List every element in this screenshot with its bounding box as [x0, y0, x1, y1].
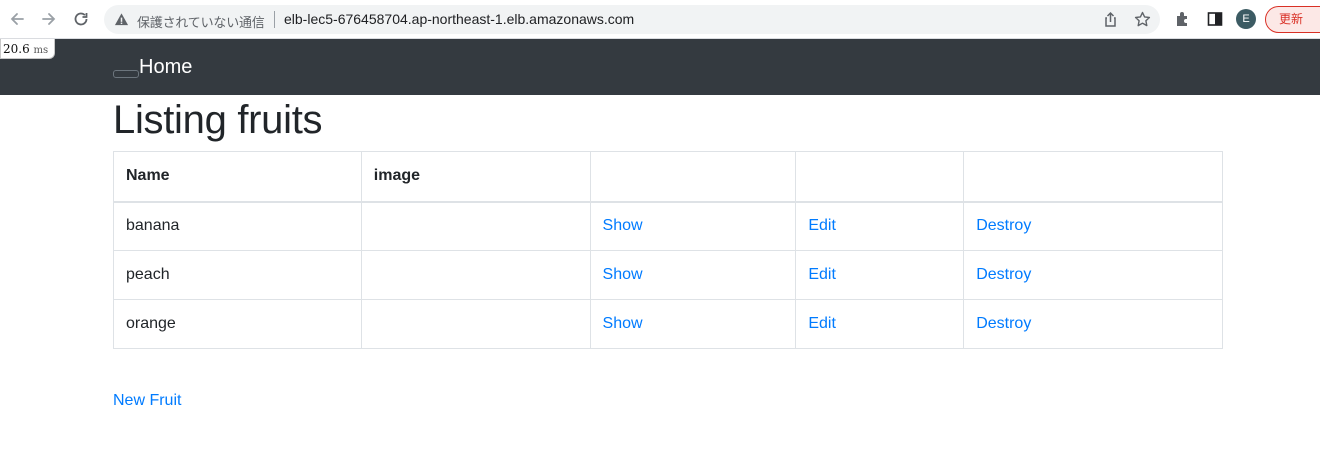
timing-badge: 20.6 ms [0, 39, 56, 59]
edit-link[interactable]: Edit [808, 217, 836, 234]
browser-toolbar: 保護されていない通信 elb-lec5-676458704.ap-northea… [0, 0, 1320, 39]
security-label[interactable]: 保護されていない通信 [137, 12, 265, 31]
edit-cell: Edit [795, 201, 965, 251]
destroy-cell: Destroy [963, 250, 1223, 300]
forward-arrow-icon[interactable] [40, 10, 58, 28]
column-header-destroy [963, 151, 1223, 203]
show-link[interactable]: Show [603, 266, 643, 283]
column-header-edit [795, 151, 965, 203]
edit-link[interactable]: Edit [808, 315, 836, 332]
share-icon[interactable] [1102, 11, 1119, 28]
page-title: Listing fruits [113, 98, 323, 142]
table-row: peach Show Edit Destroy [113, 250, 1223, 300]
edit-link[interactable]: Edit [808, 266, 836, 283]
fruit-image-cell [360, 201, 591, 251]
update-button[interactable]: 更新 [1265, 6, 1320, 33]
edit-cell: Edit [795, 250, 965, 300]
fruit-name-cell: banana [113, 201, 362, 251]
navbar-toggler[interactable] [113, 70, 139, 78]
destroy-link[interactable]: Destroy [976, 315, 1031, 332]
back-arrow-icon[interactable] [8, 10, 26, 28]
side-panel-icon[interactable] [1206, 10, 1224, 28]
table-row: banana Show Edit Destroy [113, 201, 1223, 251]
fruit-image-cell [360, 250, 591, 300]
table-row: orange Show Edit Destroy [113, 299, 1223, 349]
column-header-name: Name [113, 151, 362, 203]
timing-value: 20.6 [3, 42, 30, 56]
show-link[interactable]: Show [603, 315, 643, 332]
extensions-puzzle-icon[interactable] [1174, 10, 1192, 28]
show-cell: Show [589, 299, 797, 349]
timing-unit: ms [33, 45, 49, 56]
show-cell: Show [589, 250, 797, 300]
show-cell: Show [589, 201, 797, 251]
column-header-image: image [360, 151, 591, 203]
navbar: Home [0, 39, 1320, 95]
column-header-show [589, 151, 797, 203]
destroy-link[interactable]: Destroy [976, 217, 1031, 234]
new-fruit-link[interactable]: New Fruit [113, 392, 181, 410]
destroy-cell: Destroy [963, 299, 1223, 349]
profile-avatar[interactable]: E [1236, 9, 1256, 29]
warning-icon [114, 12, 129, 27]
divider [274, 11, 275, 28]
update-label: 更新 [1279, 12, 1304, 26]
destroy-link[interactable]: Destroy [976, 266, 1031, 283]
bookmark-star-icon[interactable] [1134, 11, 1151, 28]
url-text[interactable]: elb-lec5-676458704.ap-northeast-1.elb.am… [284, 11, 634, 27]
show-link[interactable]: Show [603, 217, 643, 234]
fruit-name-cell: orange [113, 299, 362, 349]
destroy-cell: Destroy [963, 201, 1223, 251]
navbar-brand-home[interactable]: Home [139, 56, 192, 79]
fruit-image-cell [360, 299, 591, 349]
address-bar[interactable]: 保護されていない通信 elb-lec5-676458704.ap-northea… [104, 5, 1160, 34]
fruit-name-cell: peach [113, 250, 362, 300]
edit-cell: Edit [795, 299, 965, 349]
reload-icon[interactable] [72, 10, 90, 28]
table-header-row: Name image [113, 151, 1223, 203]
fruits-table: Name image banana Show Edit Destroy peac… [113, 151, 1223, 349]
